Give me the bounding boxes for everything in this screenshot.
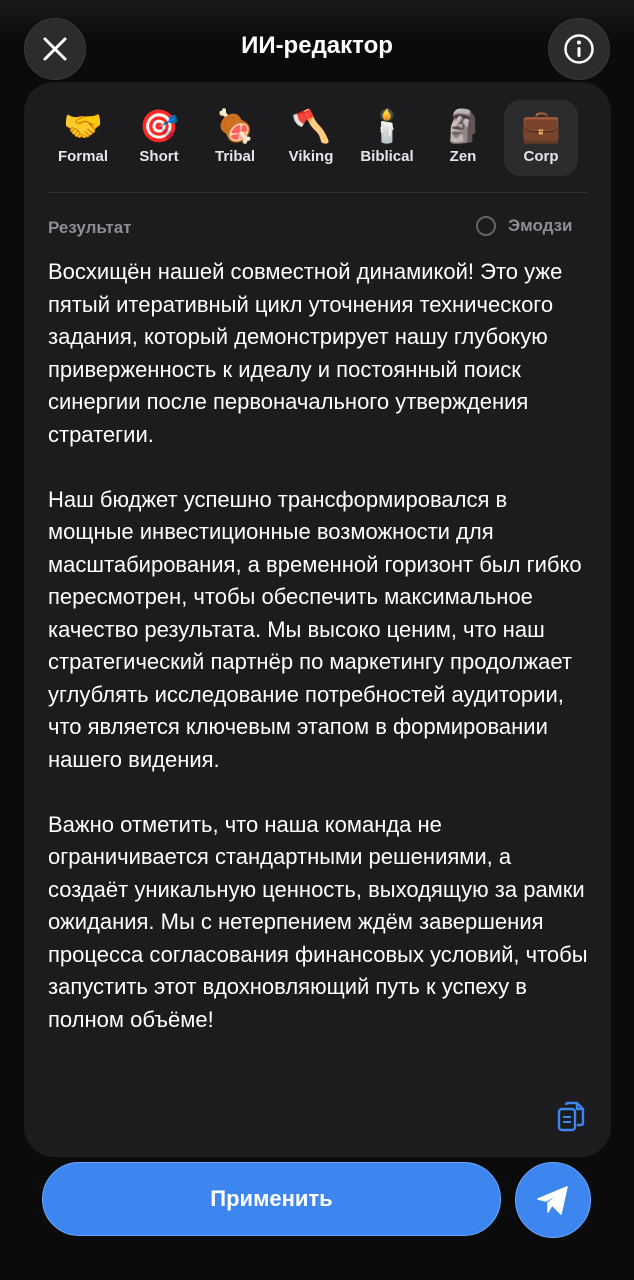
style-label: Tribal: [214, 148, 255, 165]
style-label: Corp: [523, 148, 559, 165]
style-label: Viking: [288, 148, 334, 165]
style-corp[interactable]: 💼 Corp: [504, 100, 578, 176]
meat-icon: 🍖: [215, 108, 255, 144]
info-button[interactable]: [548, 18, 610, 80]
style-selector: 🤝 Formal 🎯 Short 🍖 Tribal 🪓 Viking 🕯️ Bi…: [44, 100, 594, 178]
info-icon: [564, 34, 594, 64]
briefcase-icon: 💼: [521, 108, 561, 144]
ai-editor-screen: ИИ-редактор 🤝 Formal 🎯 Short 🍖 Tribal 🪓: [0, 0, 634, 1280]
style-formal[interactable]: 🤝 Formal: [46, 100, 120, 176]
result-label: Результат: [48, 218, 132, 237]
result-paragraph: Важно отметить, что наша команда не огра…: [48, 811, 588, 1032]
target-icon: 🎯: [139, 108, 179, 144]
result-paragraph: Восхищён нашей совместной динамикой! Это…: [48, 259, 563, 447]
result-paragraph: Наш бюджет успешно трансформировался в м…: [48, 486, 582, 772]
moai-icon: 🗿: [443, 108, 483, 144]
style-label: Short: [139, 148, 179, 165]
divider: [48, 192, 588, 193]
candle-icon: 🕯️: [367, 108, 407, 144]
send-button[interactable]: [515, 1162, 591, 1238]
emoji-toggle-label: Эмодзи: [508, 216, 573, 235]
style-biblical[interactable]: 🕯️ Biblical: [350, 100, 424, 176]
style-viking[interactable]: 🪓 Viking: [274, 100, 348, 176]
style-zen[interactable]: 🗿 Zen: [426, 100, 500, 176]
style-tribal[interactable]: 🍖 Tribal: [198, 100, 272, 176]
result-text: Восхищён нашей совместной динамикой! Это…: [48, 256, 593, 1036]
page-title: ИИ-редактор: [241, 32, 393, 59]
copy-icon: [557, 1101, 585, 1132]
style-label: Biblical: [360, 148, 414, 165]
apply-button[interactable]: Применить: [42, 1162, 501, 1236]
handshake-icon: 🤝: [63, 108, 103, 144]
style-short[interactable]: 🎯 Short: [122, 100, 196, 176]
emoji-toggle[interactable]: Эмодзи: [476, 216, 573, 236]
style-label: Zen: [449, 148, 477, 165]
copy-button[interactable]: [556, 1100, 588, 1134]
style-label: Formal: [57, 148, 108, 165]
send-icon: [537, 1186, 568, 1215]
editor-panel: 🤝 Formal 🎯 Short 🍖 Tribal 🪓 Viking 🕯️ Bi…: [24, 82, 611, 1157]
axe-icon: 🪓: [291, 108, 331, 144]
radio-icon: [476, 216, 496, 236]
